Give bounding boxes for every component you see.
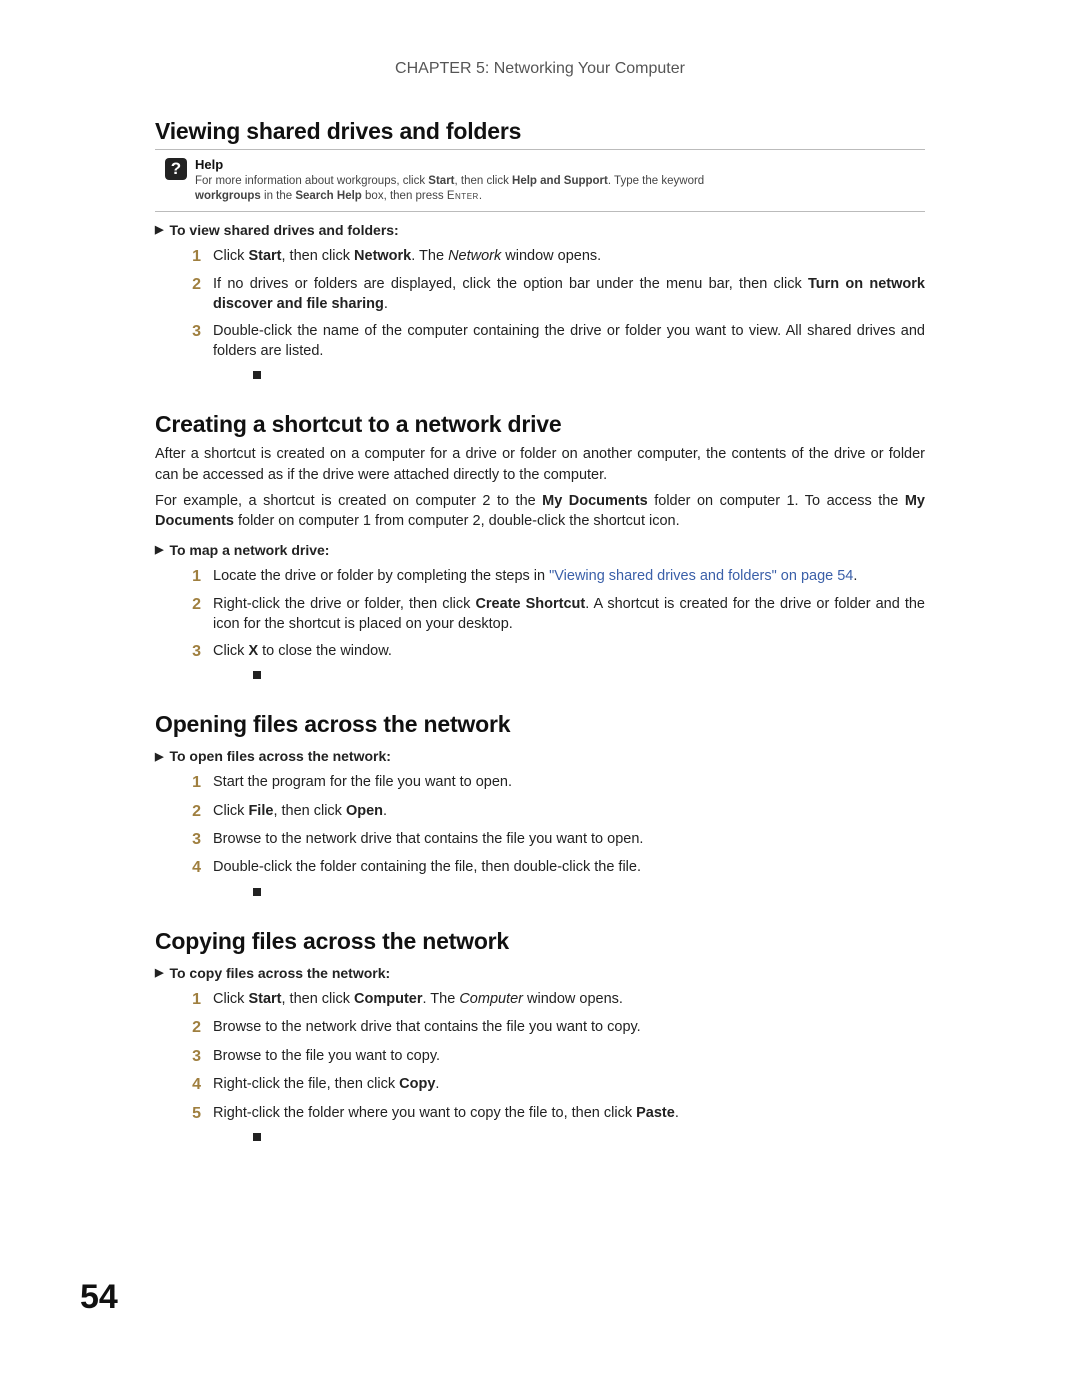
step-item: 2 Browse to the network drive that conta…: [173, 1017, 925, 1039]
step-number: 4: [173, 857, 213, 902]
step-number: 3: [173, 321, 213, 386]
heading-viewing-shared: Viewing shared drives and folders: [155, 118, 925, 145]
step-text: Start the program for the file you want …: [213, 772, 925, 794]
subhead-view-shared: ▶ To view shared drives and folders:: [155, 222, 925, 238]
step-text: Double-click the folder containing the f…: [213, 857, 925, 902]
step-text: Locate the drive or folder by completing…: [213, 566, 925, 588]
step-number: 1: [173, 246, 213, 268]
step-item: 2 If no drives or folders are displayed,…: [173, 274, 925, 315]
steps-copy-files: 1 Click Start, then click Computer. The …: [173, 989, 925, 1147]
section-rule: [155, 149, 925, 150]
step-number: 2: [173, 1017, 213, 1039]
help-rule: [155, 211, 925, 212]
step-text: Click Start, then click Network. The Net…: [213, 246, 925, 268]
heading-opening-files: Opening files across the network: [155, 711, 925, 738]
subhead-open-files: ▶ To open files across the network:: [155, 748, 925, 764]
cross-reference-link[interactable]: "Viewing shared drives and folders" on p…: [549, 568, 853, 584]
subhead-map-drive: ▶ To map a network drive:: [155, 542, 925, 558]
heading-shortcut-network: Creating a shortcut to a network drive: [155, 411, 925, 438]
step-number: 3: [173, 641, 213, 686]
step-text: Click File, then click Open.: [213, 801, 925, 823]
step-item: 1 Click Start, then click Network. The N…: [173, 246, 925, 268]
triangle-icon: ▶: [155, 223, 163, 236]
steps-view-shared: 1 Click Start, then click Network. The N…: [173, 246, 925, 386]
step-number: 2: [173, 801, 213, 823]
step-text: Click Start, then click Computer. The Co…: [213, 989, 925, 1011]
end-square-icon: [253, 671, 261, 679]
heading-copying-files: Copying files across the network: [155, 928, 925, 955]
step-number: 2: [173, 274, 213, 315]
triangle-icon: ▶: [155, 750, 163, 763]
help-title: Help: [195, 156, 704, 174]
step-item: 3 Double-click the name of the computer …: [173, 321, 925, 386]
help-text: For more information about workgroups, c…: [195, 175, 704, 203]
step-item: 1 Click Start, then click Computer. The …: [173, 989, 925, 1011]
step-number: 1: [173, 989, 213, 1011]
step-text: Right-click the drive or folder, then cl…: [213, 594, 925, 635]
step-number: 3: [173, 829, 213, 851]
triangle-icon: ▶: [155, 966, 163, 979]
end-square-icon: [253, 888, 261, 896]
step-text: Browse to the network drive that contain…: [213, 1017, 925, 1039]
paragraph: For example, a shortcut is created on co…: [155, 491, 925, 532]
document-page: CHAPTER 5: Networking Your Computer View…: [0, 0, 1080, 1235]
question-icon: ?: [165, 158, 187, 180]
step-item: 3 Click X to close the window.: [173, 641, 925, 686]
step-item: 2 Right-click the drive or folder, then …: [173, 594, 925, 635]
chapter-header: CHAPTER 5: Networking Your Computer: [155, 60, 925, 78]
subhead-copy-files: ▶ To copy files across the network:: [155, 965, 925, 981]
step-text: Browse to the network drive that contain…: [213, 829, 925, 851]
step-item: 4 Double-click the folder containing the…: [173, 857, 925, 902]
step-item: 5 Right-click the folder where you want …: [173, 1103, 925, 1148]
step-item: 1 Start the program for the file you wan…: [173, 772, 925, 794]
step-number: 4: [173, 1074, 213, 1096]
step-item: 2 Click File, then click Open.: [173, 801, 925, 823]
step-text: Right-click the file, then click Copy.: [213, 1074, 925, 1096]
paragraph: After a shortcut is created on a compute…: [155, 444, 925, 485]
step-text: Browse to the file you want to copy.: [213, 1046, 925, 1068]
step-number: 5: [173, 1103, 213, 1148]
help-body: Help For more information about workgrou…: [195, 156, 704, 205]
step-item: 3 Browse to the file you want to copy.: [173, 1046, 925, 1068]
page-number: 54: [80, 1278, 118, 1317]
end-square-icon: [253, 1133, 261, 1141]
help-callout: ? Help For more information about workgr…: [155, 156, 925, 205]
step-item: 3 Browse to the network drive that conta…: [173, 829, 925, 851]
triangle-icon: ▶: [155, 543, 163, 556]
step-number: 1: [173, 566, 213, 588]
step-text: If no drives or folders are displayed, c…: [213, 274, 925, 315]
end-square-icon: [253, 371, 261, 379]
step-text: Double-click the name of the computer co…: [213, 321, 925, 386]
step-text: Right-click the folder where you want to…: [213, 1103, 925, 1148]
steps-map-drive: 1 Locate the drive or folder by completi…: [173, 566, 925, 686]
step-item: 4 Right-click the file, then click Copy.: [173, 1074, 925, 1096]
step-number: 3: [173, 1046, 213, 1068]
step-item: 1 Locate the drive or folder by completi…: [173, 566, 925, 588]
step-text: Click X to close the window.: [213, 641, 925, 686]
step-number: 1: [173, 772, 213, 794]
step-number: 2: [173, 594, 213, 635]
steps-open-files: 1 Start the program for the file you wan…: [173, 772, 925, 902]
